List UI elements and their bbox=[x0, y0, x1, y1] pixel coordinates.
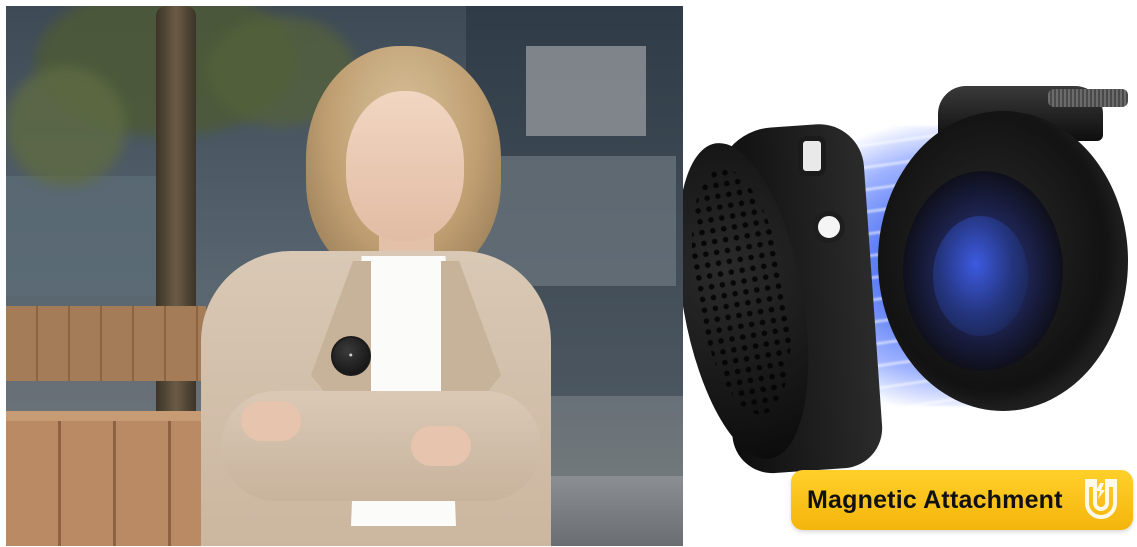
tree-foliage-left bbox=[6, 66, 126, 186]
device-puck bbox=[878, 86, 1133, 411]
magnet-icon bbox=[1081, 477, 1121, 523]
wearable-device: ● bbox=[331, 336, 371, 376]
clip-accessory bbox=[683, 121, 885, 476]
woman-figure: ● bbox=[201, 46, 551, 546]
hand-right bbox=[411, 426, 471, 466]
face bbox=[346, 91, 464, 241]
hand-left bbox=[241, 401, 301, 441]
product-image-frame: ● Magnetic Attachment bbox=[0, 0, 1137, 547]
product-detail-image: Magnetic Attachment bbox=[683, 6, 1137, 546]
wooden-planter bbox=[6, 306, 206, 381]
device-logo: ● bbox=[349, 352, 353, 357]
clip-lanyard-slot bbox=[798, 136, 826, 176]
background-building-left bbox=[6, 176, 176, 296]
lifestyle-photo: ● bbox=[6, 6, 683, 546]
device-vent-strip bbox=[1048, 89, 1128, 107]
caption-badge: Magnetic Attachment bbox=[791, 470, 1133, 530]
wooden-bench bbox=[6, 421, 231, 546]
clip-hinge-hole bbox=[813, 211, 845, 243]
caption-text: Magnetic Attachment bbox=[807, 485, 1063, 514]
device-lens bbox=[933, 216, 1028, 336]
